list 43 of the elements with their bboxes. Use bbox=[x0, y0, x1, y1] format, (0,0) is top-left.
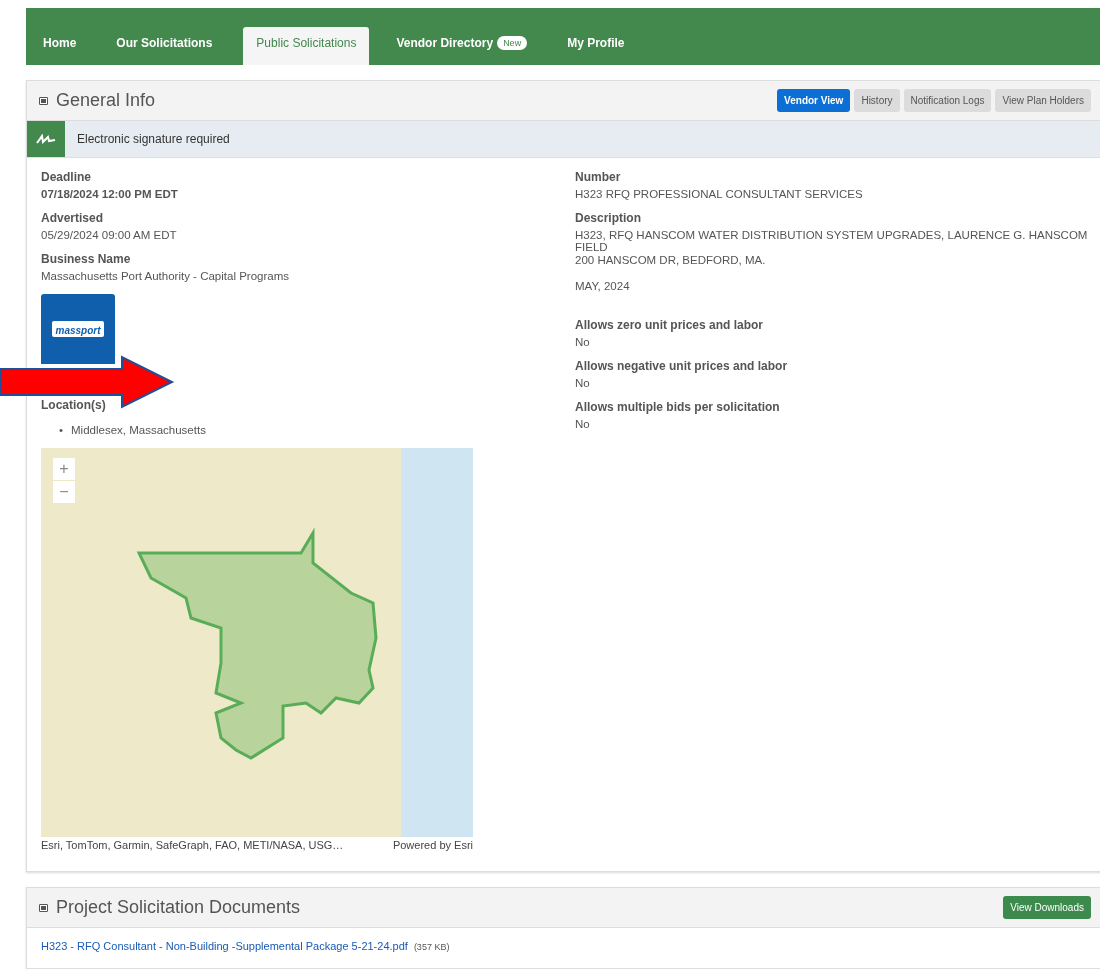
view-downloads-button[interactable]: View Downloads bbox=[1003, 896, 1091, 919]
field-label: Description bbox=[575, 211, 642, 225]
field-label: Allows zero unit prices and labor bbox=[575, 318, 765, 332]
logo-text: massport bbox=[52, 321, 104, 337]
header-button[interactable]: Vendor View bbox=[777, 89, 851, 112]
field-value: No bbox=[575, 418, 591, 430]
field-label: Location(s) bbox=[41, 398, 107, 412]
field-value: 05/29/2024 09:00 AM EDT bbox=[41, 229, 178, 241]
nav-tab[interactable]: Our Solicitations bbox=[107, 27, 222, 65]
map-attribution: Esri, TomTom, Garmin, SafeGraph, FAO, METI/NASA, USG… bbox=[41, 839, 344, 851]
field-label: Advertised bbox=[41, 211, 105, 225]
field-label: Allows multiple bids per solicitation bbox=[575, 400, 781, 414]
header-button[interactable]: View Plan Holders bbox=[995, 89, 1091, 112]
nav-tab[interactable]: Home bbox=[34, 27, 86, 65]
new-badge: New bbox=[497, 36, 528, 50]
collapse-icon[interactable] bbox=[39, 96, 48, 105]
field-value: H323 RFQ PROFESSIONAL CONSULTANT SERVICES bbox=[575, 188, 864, 200]
document-link[interactable]: H323 - RFQ Consultant - Non-Building -Supplemental Package 5-21-24.pdf bbox=[41, 928, 408, 952]
zoom-in-button[interactable]: + bbox=[53, 458, 75, 480]
powered-by-text: Powered by Esri bbox=[392, 839, 473, 851]
collapse-icon[interactable] bbox=[39, 903, 48, 912]
nav-tab[interactable]: Public Solicitations bbox=[243, 27, 370, 65]
field-value: Massachusetts Port Authority - Capital Programs bbox=[41, 270, 290, 282]
field-label: Allows negative unit prices and labor bbox=[575, 359, 789, 373]
field-value: H323, RFQ HANSCOM WATER DISTRIBUTION SYSTEM UPGRADES, LAURENCE G. HANSCOM FIELD bbox=[575, 229, 1089, 253]
field-label: Number bbox=[575, 170, 622, 184]
notice-text: Electronic signature required bbox=[77, 132, 230, 146]
panel-title: Project Solicitation Documents bbox=[56, 897, 302, 918]
nav-tab[interactable]: Vendor Directory New bbox=[387, 27, 537, 65]
header-button[interactable]: Notification Logs bbox=[903, 89, 992, 112]
nav-tab[interactable]: My Profile bbox=[558, 27, 634, 65]
field-label: Deadline bbox=[41, 170, 92, 184]
field-label: Business Name bbox=[41, 252, 132, 266]
file-size: (357 KB) bbox=[413, 942, 450, 952]
panel-title: General Info bbox=[56, 90, 157, 111]
header-button[interactable]: History bbox=[854, 89, 900, 112]
field-value: No bbox=[575, 336, 591, 348]
field-value: 07/18/2024 12:00 PM EDT bbox=[41, 188, 179, 200]
field-value: No bbox=[575, 377, 591, 389]
zoom-out-button[interactable]: − bbox=[53, 481, 75, 503]
location-item: • Middlesex, Massachusetts bbox=[59, 423, 207, 438]
field-value: 200 HANSCOM DR, BEDFORD, MA. bbox=[575, 254, 767, 266]
field-value: MAY, 2024 bbox=[575, 280, 631, 292]
